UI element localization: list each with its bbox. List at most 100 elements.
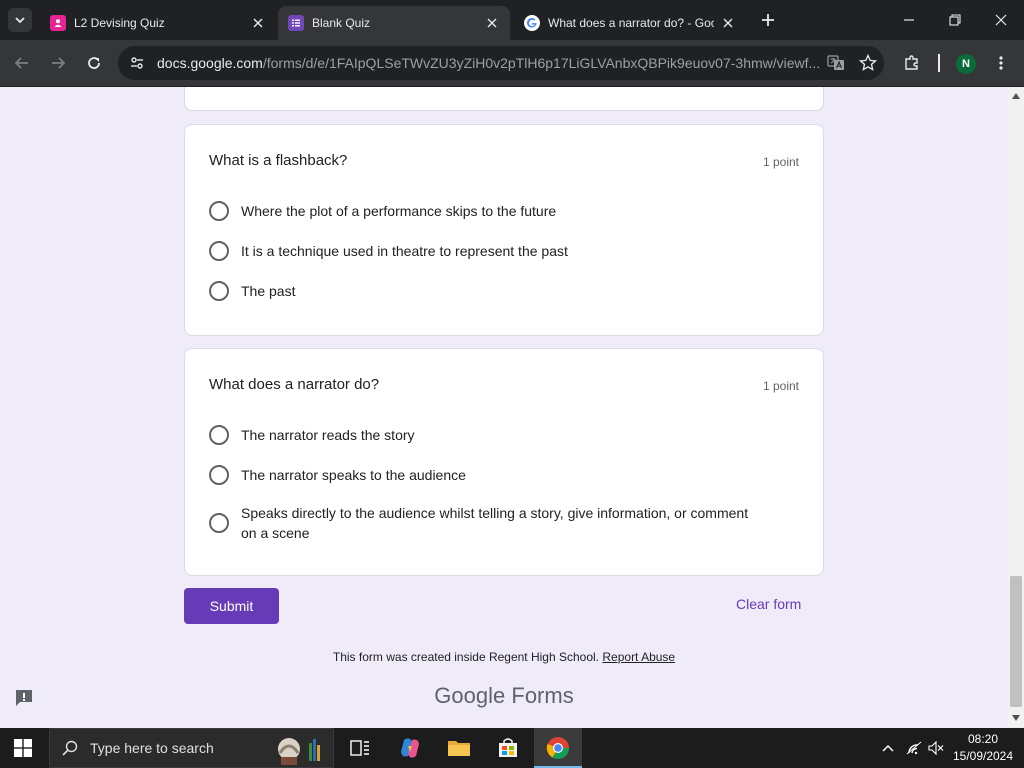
question-card: What is a flashback? 1 point Where the p… bbox=[184, 124, 824, 336]
submit-button[interactable]: Submit bbox=[184, 588, 279, 624]
volume-button[interactable] bbox=[926, 728, 946, 768]
forward-button[interactable] bbox=[45, 50, 71, 76]
radio-button[interactable] bbox=[209, 281, 229, 301]
option-label: The narrator speaks to the audience bbox=[241, 467, 466, 483]
minimize-button[interactable] bbox=[886, 0, 932, 40]
reload-button[interactable] bbox=[81, 50, 107, 76]
question-card: What does a narrator do? 1 point The nar… bbox=[184, 348, 824, 576]
page-scrollbar[interactable] bbox=[1008, 87, 1024, 727]
report-abuse-link[interactable]: Report Abuse bbox=[602, 650, 675, 664]
speaker-muted-icon bbox=[928, 741, 944, 755]
tab-search-button[interactable] bbox=[8, 8, 32, 32]
answer-option[interactable]: Where the plot of a performance skips to… bbox=[209, 201, 556, 221]
scrollbar-thumb[interactable] bbox=[1010, 576, 1022, 707]
google-forms-logo: Google Forms bbox=[0, 683, 1008, 709]
close-icon[interactable] bbox=[484, 15, 500, 31]
form-footer: This form was created inside Regent High… bbox=[0, 650, 1008, 664]
taskbar-search-box[interactable]: Type here to search bbox=[49, 728, 334, 768]
restore-button[interactable] bbox=[932, 0, 978, 40]
footer-text: This form was created inside Regent High… bbox=[332, 650, 600, 664]
file-explorer-icon[interactable] bbox=[445, 734, 473, 762]
question-points: 1 point bbox=[762, 379, 799, 393]
option-label: Speaks directly to the audience whilst t… bbox=[241, 505, 749, 541]
radio-button[interactable] bbox=[209, 513, 229, 533]
clock-date: 15/09/2024 bbox=[952, 749, 1014, 763]
answer-option[interactable]: The narrator reads the story bbox=[209, 425, 415, 445]
profile-avatar[interactable]: N bbox=[956, 54, 976, 74]
puzzle-icon bbox=[905, 55, 918, 70]
task-view-icon[interactable] bbox=[346, 734, 374, 762]
search-icon bbox=[62, 740, 78, 756]
reload-icon bbox=[88, 57, 100, 69]
browser-menu-button[interactable] bbox=[988, 50, 1014, 76]
close-icon[interactable] bbox=[250, 15, 266, 31]
close-window-button[interactable] bbox=[978, 0, 1024, 40]
logo-google-text: Google bbox=[434, 683, 506, 708]
tab-blank-quiz[interactable]: Blank Quiz bbox=[278, 6, 510, 40]
tab-l2-devising-quiz[interactable]: L2 Devising Quiz bbox=[40, 6, 276, 40]
option-label: The narrator reads the story bbox=[241, 427, 415, 443]
feedback-icon[interactable] bbox=[14, 689, 34, 707]
tab-strip: L2 Devising Quiz Blank Quiz What does a … bbox=[0, 0, 1024, 40]
translate-icon[interactable] bbox=[820, 54, 852, 72]
bookmark-star-icon[interactable] bbox=[852, 54, 884, 72]
show-hidden-icons-button[interactable] bbox=[878, 728, 898, 768]
option-label: The past bbox=[241, 283, 296, 299]
search-placeholder: Type here to search bbox=[90, 740, 214, 756]
logo-forms-text: Forms bbox=[511, 683, 574, 708]
url-text[interactable]: docs.google.com/forms/d/e/1FAIpQLSeTWvZU… bbox=[157, 55, 820, 71]
system-clock[interactable]: 08:20 15/09/2024 bbox=[950, 731, 1016, 765]
wifi-icon bbox=[906, 741, 922, 755]
extensions-button[interactable] bbox=[899, 50, 925, 76]
arrow-left-icon bbox=[14, 57, 28, 69]
question-points: 1 point bbox=[762, 155, 799, 169]
clock-time: 08:20 bbox=[967, 732, 999, 746]
browser-toolbar: docs.google.com/forms/d/e/1FAIpQLSeTWvZU… bbox=[0, 40, 1024, 87]
form-page: What is a flashback? 1 point Where the p… bbox=[0, 87, 1008, 727]
clear-form-button[interactable]: Clear form bbox=[736, 596, 801, 612]
option-label: Where the plot of a performance skips to… bbox=[241, 203, 557, 219]
answer-option[interactable]: The narrator speaks to the audience bbox=[209, 465, 466, 485]
answer-option[interactable]: The past bbox=[209, 281, 295, 301]
toolbar-divider bbox=[938, 54, 940, 72]
radio-button[interactable] bbox=[209, 241, 229, 261]
new-tab-button[interactable] bbox=[756, 8, 780, 32]
url-path: /forms/d/e/1FAIpQLSeTWvZU3yZiH0v2pTlH6p1… bbox=[262, 55, 820, 71]
tab-title: What does a narrator do? - Goo bbox=[548, 16, 714, 30]
option-label: It is a technique used in theatre to rep… bbox=[241, 243, 568, 259]
tab-title: Blank Quiz bbox=[312, 16, 371, 30]
plus-icon bbox=[762, 14, 774, 26]
windows-taskbar: Type here to search 08:20 15/09/2024 bbox=[0, 728, 1024, 768]
google-icon bbox=[524, 15, 540, 31]
chevron-up-icon bbox=[882, 744, 894, 752]
tab-title: L2 Devising Quiz bbox=[74, 16, 165, 30]
url-host: docs.google.com bbox=[157, 55, 263, 71]
network-button[interactable] bbox=[904, 728, 924, 768]
site-settings-icon[interactable] bbox=[120, 55, 154, 71]
address-bar[interactable]: docs.google.com/forms/d/e/1FAIpQLSeTWvZU… bbox=[118, 46, 884, 80]
chrome-taskbar-button[interactable] bbox=[534, 728, 582, 768]
radio-button[interactable] bbox=[209, 425, 229, 445]
tab-narrator-search[interactable]: What does a narrator do? - Goo bbox=[514, 6, 746, 40]
scroll-up-icon[interactable] bbox=[1008, 89, 1024, 103]
previous-question-card bbox=[184, 87, 824, 111]
radio-button[interactable] bbox=[209, 201, 229, 221]
windows-start-icon[interactable] bbox=[14, 739, 32, 757]
search-highlight-icon bbox=[278, 738, 320, 765]
restore-icon bbox=[949, 14, 961, 26]
minimize-icon bbox=[904, 19, 914, 21]
answer-option[interactable]: It is a technique used in theatre to rep… bbox=[209, 241, 568, 261]
close-icon bbox=[995, 14, 1007, 26]
forms-pink-icon bbox=[50, 15, 66, 31]
more-vertical-icon bbox=[999, 56, 1003, 70]
answer-option[interactable]: Speaks directly to the audience whilst t… bbox=[209, 503, 749, 543]
back-button[interactable] bbox=[9, 50, 35, 76]
microsoft-store-icon[interactable] bbox=[494, 734, 522, 762]
scroll-down-icon[interactable] bbox=[1008, 711, 1024, 725]
radio-button[interactable] bbox=[209, 465, 229, 485]
forms-icon bbox=[288, 15, 304, 31]
question-title: What does a narrator do? bbox=[209, 376, 380, 393]
close-icon[interactable] bbox=[720, 15, 736, 31]
chrome-icon bbox=[546, 737, 569, 759]
copilot-icon[interactable] bbox=[396, 734, 424, 762]
